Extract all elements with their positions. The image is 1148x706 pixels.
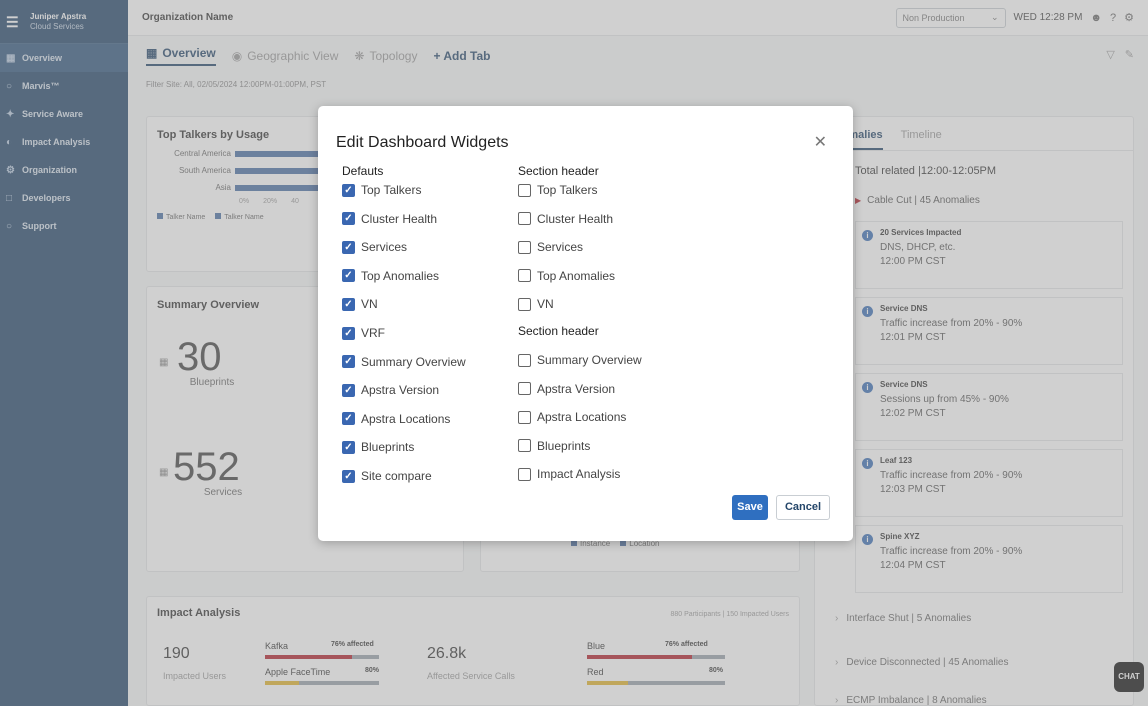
checkbox-label: Top Talkers <box>361 183 422 197</box>
edit-widgets-modal: Edit Dashboard Widgets ✕ Defauts ✓ Top Ta… <box>318 106 853 541</box>
widget-checkbox-row[interactable]: Summary Overview <box>518 352 642 368</box>
widget-checkbox-row[interactable]: ✓ Site compare <box>342 468 432 484</box>
widget-checkbox-row[interactable]: VN <box>518 296 554 312</box>
column-header-section: Section header <box>518 164 599 178</box>
column-header-defaults: Defauts <box>342 164 384 178</box>
checkbox-unchecked[interactable] <box>518 382 531 396</box>
checkbox-checked[interactable]: ✓ <box>342 269 355 283</box>
checkbox-label: Summary Overview <box>537 353 642 367</box>
checkbox-label: Top Anomalies <box>537 268 616 283</box>
checkbox-label: Impact Analysis <box>537 467 621 482</box>
column-header-section-2: Section header <box>518 324 599 338</box>
checkbox-label: Apstra Locations <box>361 411 451 426</box>
checkbox-label: Apstra Version <box>361 383 440 398</box>
save-button[interactable]: Save <box>732 495 768 520</box>
widget-checkbox-row[interactable]: Apstra Locations <box>518 409 626 425</box>
checkbox-checked[interactable]: ✓ <box>342 326 355 340</box>
checkbox-unchecked[interactable] <box>518 240 531 254</box>
checkbox-checked[interactable]: ✓ <box>342 469 355 483</box>
checkbox-label: Apstra Version <box>537 381 616 396</box>
checkbox-unchecked[interactable] <box>518 467 531 481</box>
widget-checkbox-row[interactable]: ✓ Apstra Version <box>342 382 439 398</box>
widget-checkbox-row[interactable]: ✓ Top Talkers <box>342 182 421 198</box>
checkbox-checked[interactable]: ✓ <box>342 383 355 397</box>
checkbox-unchecked[interactable] <box>518 353 531 367</box>
widget-checkbox-row[interactable]: Services <box>518 239 583 255</box>
checkbox-label: Apstra Locations <box>537 410 627 425</box>
checkbox-label: Cluster Health <box>361 211 438 226</box>
widget-checkbox-row[interactable]: ✓ VN <box>342 296 378 312</box>
checkbox-checked[interactable]: ✓ <box>342 440 355 454</box>
checkbox-label: Services <box>361 240 408 255</box>
checkbox-checked[interactable]: ✓ <box>342 297 355 311</box>
widget-checkbox-row[interactable]: ✓ Summary Overview <box>342 354 466 370</box>
widget-checkbox-row[interactable]: Blueprints <box>518 438 590 454</box>
widget-checkbox-row[interactable]: ✓ Cluster Health <box>342 211 437 227</box>
checkbox-label: VN <box>537 297 554 312</box>
checkbox-label: VRF <box>361 326 385 340</box>
checkbox-label: Top Talkers <box>537 183 598 197</box>
cancel-button[interactable]: Cancel <box>776 495 830 520</box>
close-icon[interactable]: ✕ <box>814 132 827 152</box>
checkbox-label: Blueprints <box>361 440 415 455</box>
checkbox-unchecked[interactable] <box>518 212 531 226</box>
widget-checkbox-row[interactable]: Cluster Health <box>518 211 613 227</box>
checkbox-checked[interactable]: ✓ <box>342 355 355 369</box>
checkbox-checked[interactable]: ✓ <box>342 212 355 226</box>
checkbox-unchecked[interactable] <box>518 439 531 453</box>
widget-checkbox-row[interactable]: Apstra Version <box>518 381 615 397</box>
checkbox-label: Site compare <box>361 469 432 483</box>
widget-checkbox-row[interactable]: ✓ Top Anomalies <box>342 268 439 284</box>
widget-checkbox-row[interactable]: Impact Analysis <box>518 466 620 482</box>
widget-checkbox-row[interactable]: Top Talkers <box>518 182 597 198</box>
checkbox-label: Services <box>537 240 584 255</box>
widget-checkbox-row[interactable]: ✓ VRF <box>342 325 385 341</box>
widget-checkbox-row[interactable]: ✓ Apstra Locations <box>342 411 450 427</box>
checkbox-label: Summary Overview <box>361 354 466 369</box>
checkbox-label: Top Anomalies <box>361 268 440 283</box>
widget-checkbox-row[interactable]: ✓ Services <box>342 239 407 255</box>
checkbox-unchecked[interactable] <box>518 297 531 311</box>
checkbox-label: Cluster Health <box>537 211 614 226</box>
checkbox-unchecked[interactable] <box>518 410 531 424</box>
checkbox-checked[interactable]: ✓ <box>342 183 355 197</box>
checkbox-unchecked[interactable] <box>518 183 531 197</box>
widget-checkbox-row[interactable]: ✓ Blueprints <box>342 439 414 455</box>
widget-checkbox-row[interactable]: Top Anomalies <box>518 268 615 284</box>
checkbox-checked[interactable]: ✓ <box>342 412 355 426</box>
checkbox-label: VN <box>361 297 378 312</box>
modal-title: Edit Dashboard Widgets <box>336 134 509 151</box>
checkbox-checked[interactable]: ✓ <box>342 240 355 254</box>
checkbox-unchecked[interactable] <box>518 269 531 283</box>
checkbox-label: Blueprints <box>537 438 591 453</box>
